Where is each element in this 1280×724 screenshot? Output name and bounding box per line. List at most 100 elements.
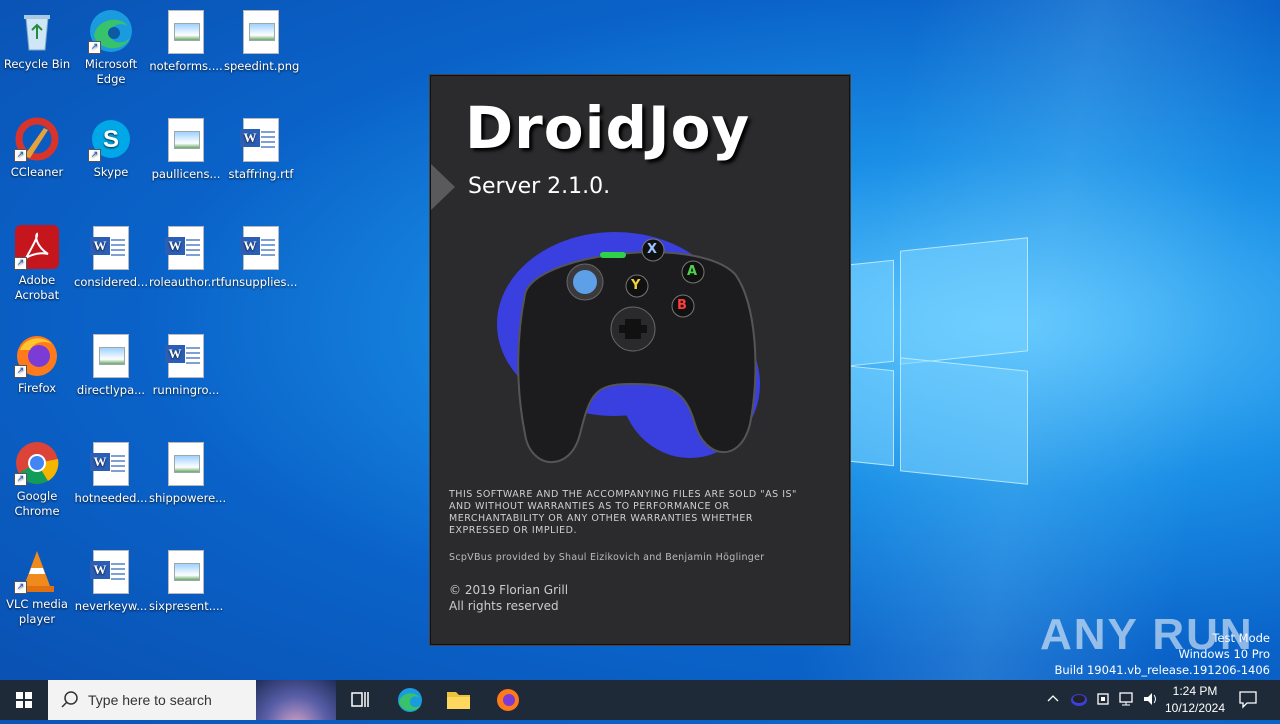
edge-icon: ↗ (88, 8, 134, 54)
y-button-label: Y (631, 278, 641, 293)
volume-button[interactable] (1142, 690, 1160, 711)
desktop-icon-label: noteforms.... (149, 59, 223, 73)
image-file-icon (163, 10, 209, 56)
desktop-icon-noteforms[interactable]: noteforms.... (149, 8, 223, 74)
taskbar-edge-button[interactable] (386, 680, 434, 720)
network-button[interactable] (1118, 690, 1136, 711)
skype-icon: S ↗ (88, 116, 134, 162)
desktop-icon-shippowere[interactable]: shippowere... (149, 440, 227, 506)
svg-text:S: S (103, 126, 119, 153)
desktop-icon-firefox[interactable]: ↗ Firefox (0, 332, 74, 396)
task-view-button[interactable] (336, 680, 384, 720)
desktop-icon-recycle-bin[interactable]: Recycle Bin (0, 8, 74, 72)
ccleaner-icon: ↗ (14, 116, 60, 162)
shortcut-arrow-icon: ↗ (14, 365, 27, 378)
desktop-icon-vlc[interactable]: ↗ VLC media player (0, 548, 74, 627)
desktop-icon-label: VLC media player (6, 597, 68, 626)
os-edition-text: Windows 10 Pro (1178, 647, 1270, 661)
desktop-icon-adobe-acrobat[interactable]: ↗ Adobe Acrobat (0, 224, 74, 303)
word-document-icon: W (163, 226, 209, 272)
desktop-icon-directlypa[interactable]: directlypa... (74, 332, 148, 398)
desktop-icon-label: CCleaner (10, 165, 64, 179)
word-document-icon: W (238, 226, 284, 272)
shortcut-arrow-icon: ↗ (14, 257, 27, 270)
taskbar-clock[interactable]: 1:24 PM 10/12/2024 (1160, 683, 1230, 717)
desktop-icon-hotneeded[interactable]: W hotneeded... (74, 440, 148, 506)
desktop-icon-microsoft-edge[interactable]: ↗ Microsoft Edge (74, 8, 148, 87)
desktop-icon-label: staffring.rtf (228, 167, 294, 181)
folder-icon (447, 692, 470, 709)
image-file-icon (163, 442, 209, 488)
desktop-icon-neverkeyw[interactable]: W neverkeyw... (74, 548, 148, 614)
copyright-block: © 2019 Florian Grill All rights reserved (449, 582, 568, 614)
desktop-icon-label: unsupplies... (224, 275, 298, 289)
tray-app-button[interactable] (1070, 690, 1088, 711)
show-hidden-icons-button[interactable] (1046, 691, 1060, 708)
desktop-icon-label: Recycle Bin (3, 57, 71, 71)
acrobat-icon: ↗ (14, 224, 60, 270)
droidjoy-splash-window: DroidJoy Server 2.1.0. X A Y B THIS SOFT… (430, 75, 850, 645)
desktop-icon-unsupplies[interactable]: W unsupplies... (224, 224, 298, 290)
taskbar-search-box[interactable]: Type here to search (48, 680, 336, 720)
word-document-icon: W (238, 118, 284, 164)
x-button-label: X (647, 242, 658, 257)
clock-time: 1:24 PM (1172, 684, 1218, 698)
desktop-icon-sixpresent[interactable]: sixpresent.... (149, 548, 223, 614)
firefox-icon: ↗ (14, 332, 60, 378)
device-icon (1097, 693, 1109, 705)
action-center-button[interactable] (1238, 689, 1258, 712)
word-document-icon: W (88, 226, 134, 272)
taskbar-file-explorer-button[interactable] (434, 680, 482, 720)
start-button[interactable] (0, 680, 48, 720)
desktop-icon-staffring[interactable]: W staffring.rtf (224, 116, 298, 182)
shortcut-arrow-icon: ↗ (14, 473, 27, 486)
desktop-icon-label: directlypa... (76, 383, 146, 397)
chevron-up-icon (1047, 695, 1059, 702)
edge-icon (398, 688, 422, 712)
desktop-icon-label: considered... (74, 275, 149, 289)
search-highlight-image (256, 680, 336, 720)
tray-device-button[interactable] (1095, 690, 1111, 711)
credits-text: ScpVBus provided by Shaul Eizikovich and… (449, 552, 765, 563)
app-title: DroidJoy (465, 94, 751, 162)
desktop-icon-label: Microsoft Edge (84, 57, 138, 86)
clock-date: 10/12/2024 (1164, 701, 1226, 715)
word-document-icon: W (88, 550, 134, 596)
image-file-icon (238, 10, 284, 56)
desktop-icon-label: Adobe Acrobat (14, 273, 60, 302)
logo-pane (850, 365, 894, 467)
logo-pane (900, 237, 1028, 365)
vlc-icon: ↗ (14, 548, 60, 594)
shortcut-arrow-icon: ↗ (14, 581, 27, 594)
image-file-icon (88, 334, 134, 380)
image-file-icon (163, 118, 209, 164)
desktop-icon-speedint[interactable]: speedint.png (224, 8, 300, 74)
desktop-icon-label: shippowere... (149, 491, 227, 505)
desktop-icon-runningro[interactable]: W runningro... (149, 332, 223, 398)
desktop-icon-google-chrome[interactable]: ↗ Google Chrome (0, 440, 74, 519)
system-watermark: Test Mode Windows 10 Pro Build 19041.vb_… (1054, 630, 1270, 678)
b-button-label: B (677, 298, 687, 313)
taskbar: Type here to search 1:24 PM 10/12/2024 (0, 680, 1280, 720)
logo-pane (900, 357, 1028, 485)
search-icon (61, 691, 78, 708)
desktop-icon-ccleaner[interactable]: ↗ CCleaner (0, 116, 74, 180)
desktop-icon-label: sixpresent.... (149, 599, 224, 613)
rights-text: All rights reserved (449, 599, 559, 613)
desktop-icon-roleauthor[interactable]: W roleauthor.rtf (149, 224, 225, 290)
desktop-icon-label: speedint.png (224, 59, 300, 73)
droidjoy-tray-icon (1071, 694, 1087, 706)
desktop-icon-label: runningro... (152, 383, 220, 397)
desktop-icon-label: Skype (93, 165, 129, 179)
desktop-icon-considered[interactable]: W considered... (74, 224, 148, 290)
firefox-icon (497, 689, 519, 711)
desktop-icon-skype[interactable]: S ↗ Skype (74, 116, 148, 180)
task-view-icon (351, 692, 369, 707)
notification-icon (1239, 691, 1257, 709)
taskbar-firefox-button[interactable] (484, 680, 532, 720)
desktop-icon-paullicens[interactable]: paullicens... (149, 116, 223, 182)
image-file-icon (163, 550, 209, 596)
test-mode-text: Test Mode (1212, 631, 1270, 645)
chrome-icon: ↗ (14, 440, 60, 486)
desktop-icon-label: Firefox (17, 381, 57, 395)
